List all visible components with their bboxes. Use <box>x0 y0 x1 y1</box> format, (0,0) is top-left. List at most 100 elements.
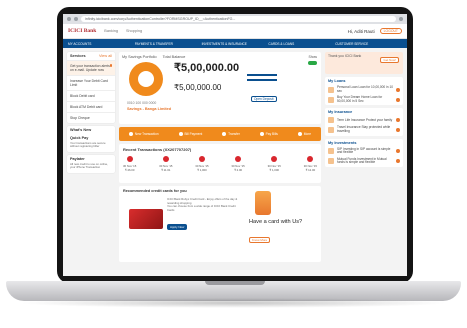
service-item[interactable]: Get your transaction alerts on e-mail. U… <box>67 60 115 75</box>
center-column: My Savings Portfolio Total Balance ₹5,00… <box>119 52 321 276</box>
know-more-button[interactable]: Know More <box>249 237 271 243</box>
arrow-icon <box>110 64 112 67</box>
back-icon[interactable] <box>67 17 71 21</box>
loan-item[interactable]: Personal Loan Loan for 10,00,000 in 10 s… <box>328 85 400 93</box>
recent-transactions: Recent Transactions (XX207707207) 30 Nov… <box>119 144 321 183</box>
quick-action-pay-bills[interactable]: Pay Bills <box>259 132 278 136</box>
view-all-link[interactable]: View all <box>99 54 112 58</box>
nav-investments[interactable]: INVESTMENTS & INSURANCE <box>202 42 269 46</box>
quick-action-bill-payment[interactable]: Bill Payment <box>178 132 202 136</box>
insurance-title: My Insurance <box>328 110 353 115</box>
service-item[interactable]: Block ATM Debit card <box>67 101 115 112</box>
laptop-screen: infinity.icicibank.com/corp/Authenticati… <box>63 14 407 276</box>
nav-my-accounts[interactable]: MY ACCOUNTS <box>68 42 135 46</box>
dashboard: Services View all Get your transaction a… <box>63 48 407 276</box>
main-nav: MY ACCOUNTS PAYMENTS & TRANSFER INVESTME… <box>63 39 407 48</box>
transaction-dot-icon <box>235 156 242 162</box>
forward-icon[interactable] <box>74 17 78 21</box>
transaction-item[interactable]: 30 Nov '15 ₹ 11.61 <box>159 156 172 172</box>
loans-title: My Loans <box>328 79 346 83</box>
services-title: Services <box>70 54 86 58</box>
quick-pay-title[interactable]: Quick Pay <box>70 136 88 140</box>
balance-donut-chart <box>129 62 163 96</box>
account-type[interactable]: Savings - Banga Limited <box>127 107 171 111</box>
user-greeting[interactable]: Hi, Aditi Rauti <box>348 29 375 34</box>
services-panel: Services View all Get your transaction a… <box>67 52 115 123</box>
service-item[interactable]: Block Debit card <box>67 90 115 101</box>
paylater-text: All new credit to use on online, your iP… <box>70 161 108 170</box>
arrow-icon <box>396 159 400 164</box>
quick-actions-bar: New Transaction Bill Payment Transfer Pa… <box>119 127 321 141</box>
available-balance: ₹5,00,000.00 <box>174 83 222 92</box>
transaction-item[interactable]: 30 Nov '15 ₹ 1,000 <box>195 156 209 172</box>
offer-text: Thank you ICICI Bank <box>328 54 362 58</box>
transaction-dot-icon <box>271 156 278 162</box>
laptop-shadow <box>18 298 449 308</box>
tab-savings-portfolio[interactable]: My Savings Portfolio <box>122 55 157 59</box>
service-item[interactable]: Stop Cheque <box>67 112 115 123</box>
open-deposit-button[interactable]: Open Deposit <box>251 96 277 102</box>
browser-toolbar: infinity.icicibank.com/corp/Authenticati… <box>63 14 407 24</box>
account-summary: My Savings Portfolio Total Balance ₹5,00… <box>119 52 321 124</box>
offer-banner: Thank you ICICI Bank Get Now! <box>325 52 403 74</box>
transaction-item[interactable]: 30 Nov '15 ₹ 1,000 <box>268 156 281 172</box>
nav-cards-loans[interactable]: CARDS & LOANS <box>268 42 335 46</box>
bank-logo[interactable]: ICICI Bank <box>68 28 96 34</box>
tab-shopping[interactable]: Shopping <box>126 29 142 33</box>
shield-icon <box>328 117 334 124</box>
menu-icon[interactable] <box>399 17 403 21</box>
get-now-button[interactable]: Get Now! <box>380 57 399 63</box>
whats-new-panel: What's New Quick Pay Your transactions a… <box>67 126 115 152</box>
investments-title: My Investments <box>328 140 357 145</box>
circle-icon <box>222 132 227 136</box>
tab-banking[interactable]: Banking <box>104 29 118 33</box>
logout-button[interactable]: LOGOUT <box>379 28 402 34</box>
whats-new-title[interactable]: What's New <box>70 128 91 132</box>
quick-action-more[interactable]: More <box>297 132 311 136</box>
insurance-item[interactable]: Term Life Insurance Protect your family <box>328 117 400 124</box>
left-column: Services View all Get your transaction a… <box>67 52 115 276</box>
arrow-icon <box>396 97 400 102</box>
paylater-panel[interactable]: Paylater All new credit to use on online… <box>67 154 115 173</box>
service-item[interactable]: Increase Your Debit Card Limit <box>67 75 115 90</box>
circle-icon <box>128 132 133 136</box>
tab-total-balance[interactable]: Total Balance <box>163 55 186 59</box>
sip-icon <box>328 148 334 155</box>
plane-icon <box>328 126 334 133</box>
laptop-frame: infinity.icicibank.com/corp/Authenticati… <box>0 0 467 328</box>
quick-action-new-transaction[interactable]: New Transaction <box>128 132 159 136</box>
insurance-panel: My Insurance Term Life Insurance Protect… <box>325 108 403 136</box>
right-column: Thank you ICICI Bank Get Now! My Loans P… <box>325 52 403 276</box>
transaction-item[interactable]: 30 Nov '15 ₹ 2.00 <box>231 156 245 172</box>
recommended-title: Recommended credit cards for you <box>123 189 187 193</box>
circle-icon <box>297 132 302 136</box>
balance-bars <box>247 74 277 88</box>
arrow-icon <box>396 127 400 132</box>
arrow-icon <box>396 87 400 92</box>
bank-header: ICICI Bank Banking Shopping Hi, Aditi Ra… <box>63 24 407 39</box>
nav-payments[interactable]: PAYMENTS & TRANSFER <box>135 42 202 46</box>
loan-item[interactable]: Buy Your Dream Home Loan for 50,00,000 i… <box>328 95 400 103</box>
insurance-item[interactable]: Travel Insurance Stay protected while tr… <box>328 126 400 133</box>
investments-panel: My Investments SIP Investing in SIP acco… <box>325 138 403 167</box>
account-number: 0010 100 000 0000 <box>127 101 157 105</box>
transaction-dot-icon <box>162 156 169 162</box>
arrow-icon <box>396 118 400 123</box>
transactions-title: Recent Transactions (XX207707207) <box>123 147 192 152</box>
total-balance: ₹5,00,000.00 <box>174 62 240 74</box>
recommended-cards: Recommended credit cards for you ICICI B… <box>119 186 321 262</box>
nav-customer-service[interactable]: CUSTOMER SERVICE <box>335 42 402 46</box>
address-bar[interactable]: infinity.icicibank.com/corp/Authenticati… <box>81 16 396 22</box>
transaction-item[interactable]: 30 Nov '15 ₹ 12.00 <box>304 156 317 172</box>
transaction-item[interactable]: 30 Nov '15 ₹ 46.00 <box>123 156 136 172</box>
circle-icon <box>259 132 264 136</box>
show-balance-toggle[interactable] <box>308 61 317 65</box>
loans-panel: My Loans Personal Loan Loan for 10,00,00… <box>325 77 403 106</box>
home-icon <box>328 96 334 103</box>
investment-item[interactable]: Mutual Funds Investment in Mutual funds … <box>328 157 400 165</box>
laptop-notch <box>205 281 265 285</box>
transaction-dot-icon <box>307 156 314 162</box>
quick-action-transfer[interactable]: Transfer <box>222 132 240 136</box>
apply-now-button[interactable]: Apply Now <box>167 224 188 230</box>
investment-item[interactable]: SIP Investing in SIP account is simple a… <box>328 147 400 155</box>
